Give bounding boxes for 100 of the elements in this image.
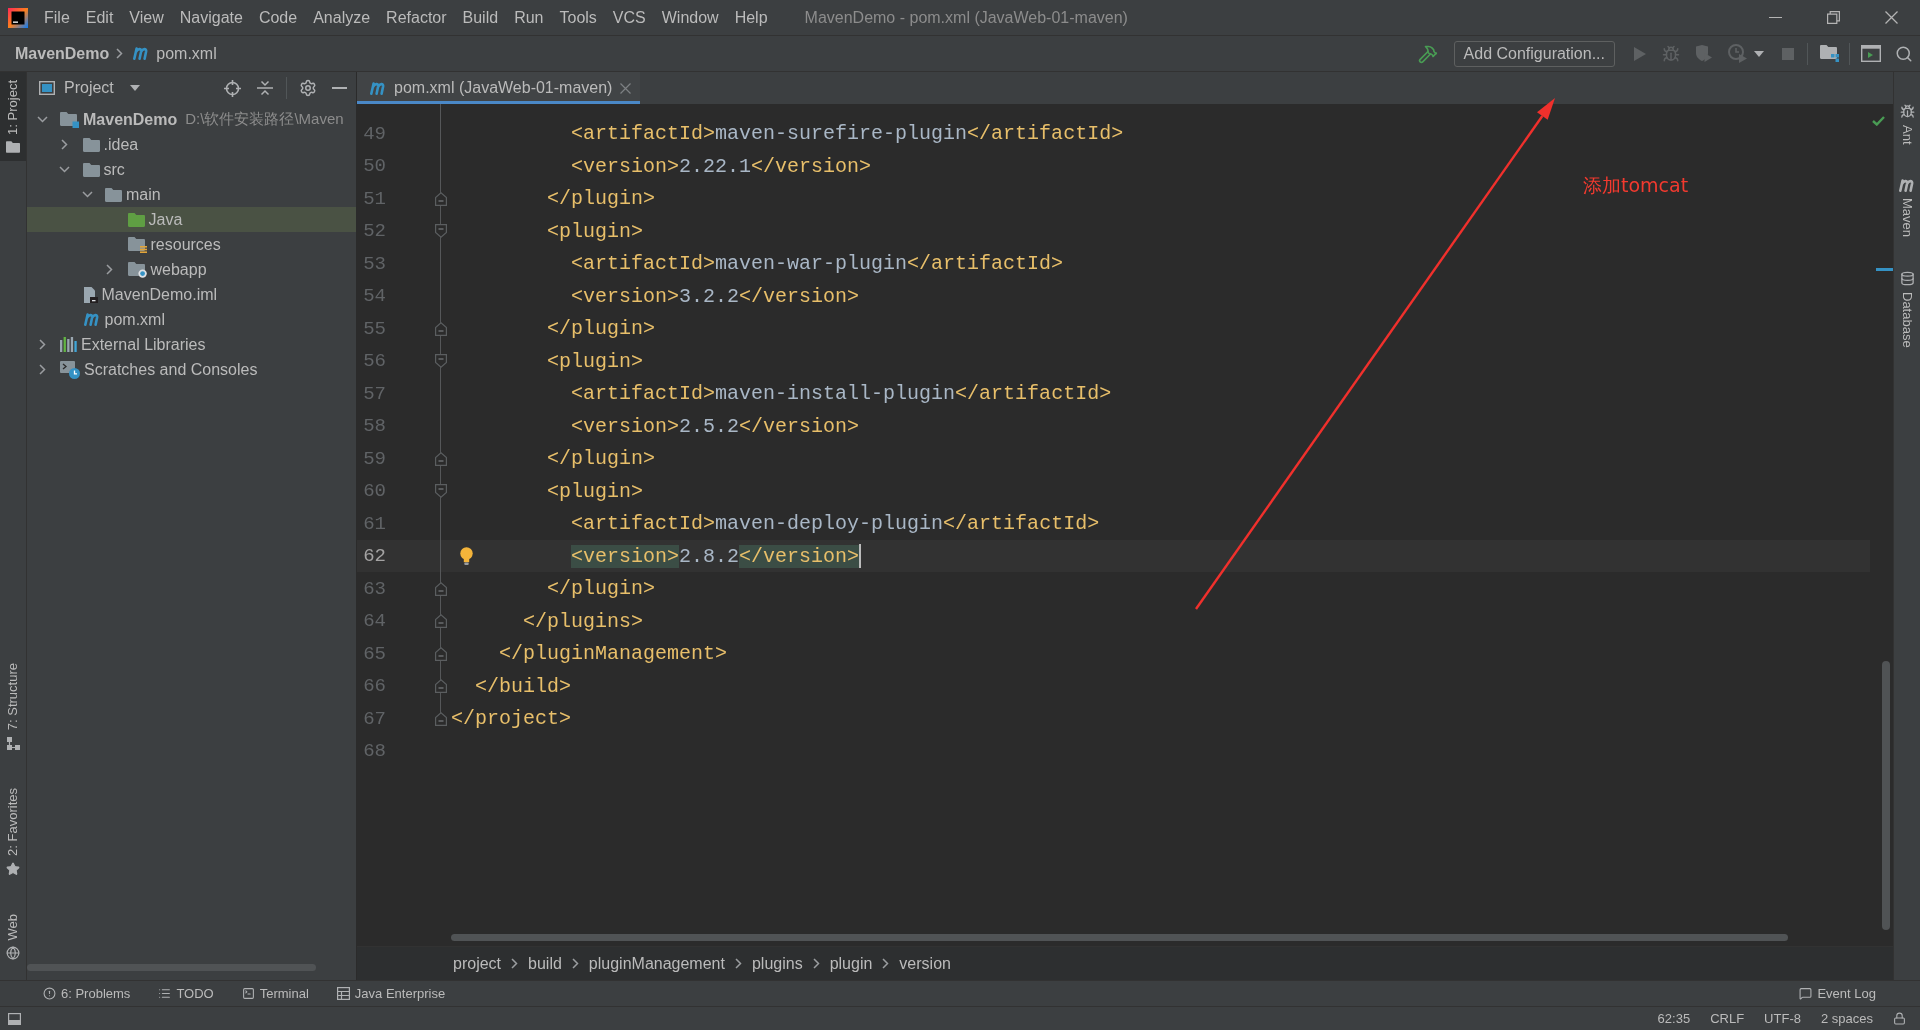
- breadcrumb[interactable]: plugins: [751, 954, 803, 973]
- folder-icon: [60, 111, 79, 128]
- tool-window-button[interactable]: 7: Structure: [0, 655, 26, 758]
- tree-item[interactable]: pom.xml: [27, 307, 356, 332]
- tree-item[interactable]: main: [27, 182, 356, 207]
- fold-icon[interactable]: [435, 354, 447, 369]
- menu-item[interactable]: Window: [661, 7, 719, 28]
- line-number: 50: [362, 155, 386, 178]
- folder-icon: [6, 140, 20, 153]
- tree-item[interactable]: Scratches and Consoles: [27, 357, 356, 382]
- search-icon[interactable]: [1895, 44, 1913, 63]
- fold-icon[interactable]: [435, 581, 447, 596]
- breadcrumb[interactable]: project: [453, 954, 502, 973]
- lightbulb-icon[interactable]: [460, 546, 473, 565]
- fold-icon[interactable]: [435, 484, 447, 499]
- tool-window-button[interactable]: Database: [1894, 262, 1920, 356]
- scrollbar[interactable]: [451, 934, 1788, 941]
- chevron-right-icon: [511, 958, 519, 969]
- code-line: <plugin>: [547, 219, 644, 243]
- tree-item[interactable]: MavenDemo.iml: [27, 282, 356, 307]
- check-icon[interactable]: [1872, 116, 1885, 126]
- code-line: <artifactId>maven-war-plugin</artifactId>: [571, 252, 1064, 276]
- code-line: </plugin>: [547, 447, 656, 471]
- menu-item[interactable]: Help: [734, 7, 768, 28]
- folder-grid-icon[interactable]: [1820, 45, 1839, 62]
- tool-window-button[interactable]: 6: Problems: [43, 986, 131, 1001]
- editor-tab[interactable]: pom.xml (JavaWeb-01-maven): [357, 72, 641, 104]
- tool-window-button[interactable]: Java Enterprise: [336, 986, 446, 1001]
- tree-item[interactable]: resources: [27, 232, 356, 257]
- breadcrumb[interactable]: version: [899, 954, 951, 973]
- window-icon[interactable]: [8, 1012, 21, 1025]
- status-item[interactable]: UTF-8: [1764, 1011, 1801, 1026]
- fold-icon[interactable]: [435, 451, 447, 466]
- status-item[interactable]: 62:35: [1657, 1011, 1691, 1026]
- line-number: 67: [362, 707, 386, 730]
- status-item[interactable]: 2 spaces: [1820, 1011, 1873, 1026]
- menu-item[interactable]: Edit: [85, 7, 114, 28]
- menu-item[interactable]: Analyze: [313, 7, 371, 28]
- chevron-right-icon: [882, 958, 890, 969]
- status-item[interactable]: CRLF: [1710, 1011, 1745, 1026]
- line-number: 63: [362, 577, 386, 600]
- menu-item[interactable]: Navigate: [179, 7, 243, 28]
- hammer-icon[interactable]: [1417, 43, 1438, 64]
- lock-icon[interactable]: [1893, 1012, 1906, 1025]
- tool-window-button[interactable]: Ant: [1894, 96, 1920, 153]
- tool-window-button[interactable]: Maven: [1894, 170, 1920, 245]
- breadcrumb[interactable]: build: [528, 954, 562, 973]
- caret-down-icon[interactable]: [1754, 50, 1764, 57]
- tool-window-button[interactable]: TODO: [158, 986, 214, 1001]
- menu-item[interactable]: Refactor: [386, 7, 447, 28]
- tree-item[interactable]: src: [27, 157, 356, 182]
- tool-window-button[interactable]: 1: Project: [0, 72, 26, 161]
- close-icon[interactable]: [620, 82, 632, 94]
- window-icon[interactable]: [1861, 45, 1881, 62]
- tool-window-button[interactable]: Web: [0, 905, 26, 968]
- menu-item[interactable]: File: [44, 7, 70, 28]
- crosshair-icon[interactable]: [224, 79, 241, 97]
- menu-item[interactable]: VCS: [612, 7, 646, 28]
- grid-icon: [336, 987, 350, 1000]
- tool-window-button[interactable]: Terminal: [241, 986, 309, 1001]
- fold-icon[interactable]: [435, 614, 447, 629]
- settings-icon[interactable]: [299, 79, 317, 97]
- breadcrumb[interactable]: pluginManagement: [588, 954, 725, 973]
- menu-item[interactable]: Build: [462, 7, 499, 28]
- code-line: <version>2.5.2</version>: [571, 414, 860, 438]
- stop-icon[interactable]: [1782, 47, 1794, 60]
- play-icon[interactable]: [1634, 46, 1646, 61]
- marker-icon[interactable]: [1876, 268, 1893, 271]
- fold-icon[interactable]: [435, 679, 447, 694]
- shield-play-icon[interactable]: [1695, 45, 1712, 62]
- tree-item[interactable]: .idea: [27, 132, 356, 157]
- nav-crumb[interactable]: pom.xml: [132, 44, 217, 63]
- tree-item[interactable]: MavenDemo D:\软件安装路径\Maven: [27, 107, 356, 132]
- fold-icon[interactable]: [435, 321, 447, 336]
- code-line: </plugin>: [547, 577, 656, 601]
- view-selector[interactable]: Project: [64, 79, 140, 97]
- breadcrumb[interactable]: plugin: [829, 954, 873, 973]
- tool-window-button[interactable]: Event Log: [1799, 986, 1876, 1001]
- tree-item[interactable]: Java: [27, 207, 356, 232]
- tree-item[interactable]: External Libraries: [27, 332, 356, 357]
- nav-crumb[interactable]: MavenDemo: [15, 44, 110, 63]
- bug-icon[interactable]: [1662, 44, 1680, 63]
- menu-item[interactable]: Code: [258, 7, 298, 28]
- collapse-icon[interactable]: [257, 80, 273, 96]
- code-line: <artifactId>maven-deploy-plugin</artifactId>: [571, 512, 1100, 536]
- folder-icon: [127, 236, 147, 253]
- scrollbar[interactable]: [1882, 661, 1890, 930]
- scrollbar[interactable]: [27, 964, 316, 971]
- fold-icon[interactable]: [435, 224, 447, 239]
- fold-icon[interactable]: [435, 711, 447, 726]
- run-configuration-button[interactable]: Add Configuration...: [1453, 40, 1615, 67]
- menu-item[interactable]: View: [129, 7, 164, 28]
- tool-window-button[interactable]: 2: Favorites: [0, 779, 26, 884]
- menu-item[interactable]: Run: [514, 7, 544, 28]
- menu-item[interactable]: Tools: [559, 7, 597, 28]
- tree-item[interactable]: webapp: [27, 257, 356, 282]
- clock-play-icon[interactable]: [1728, 44, 1747, 63]
- fold-icon[interactable]: [435, 191, 447, 206]
- fold-icon[interactable]: [435, 646, 447, 661]
- library-icon: [60, 337, 77, 352]
